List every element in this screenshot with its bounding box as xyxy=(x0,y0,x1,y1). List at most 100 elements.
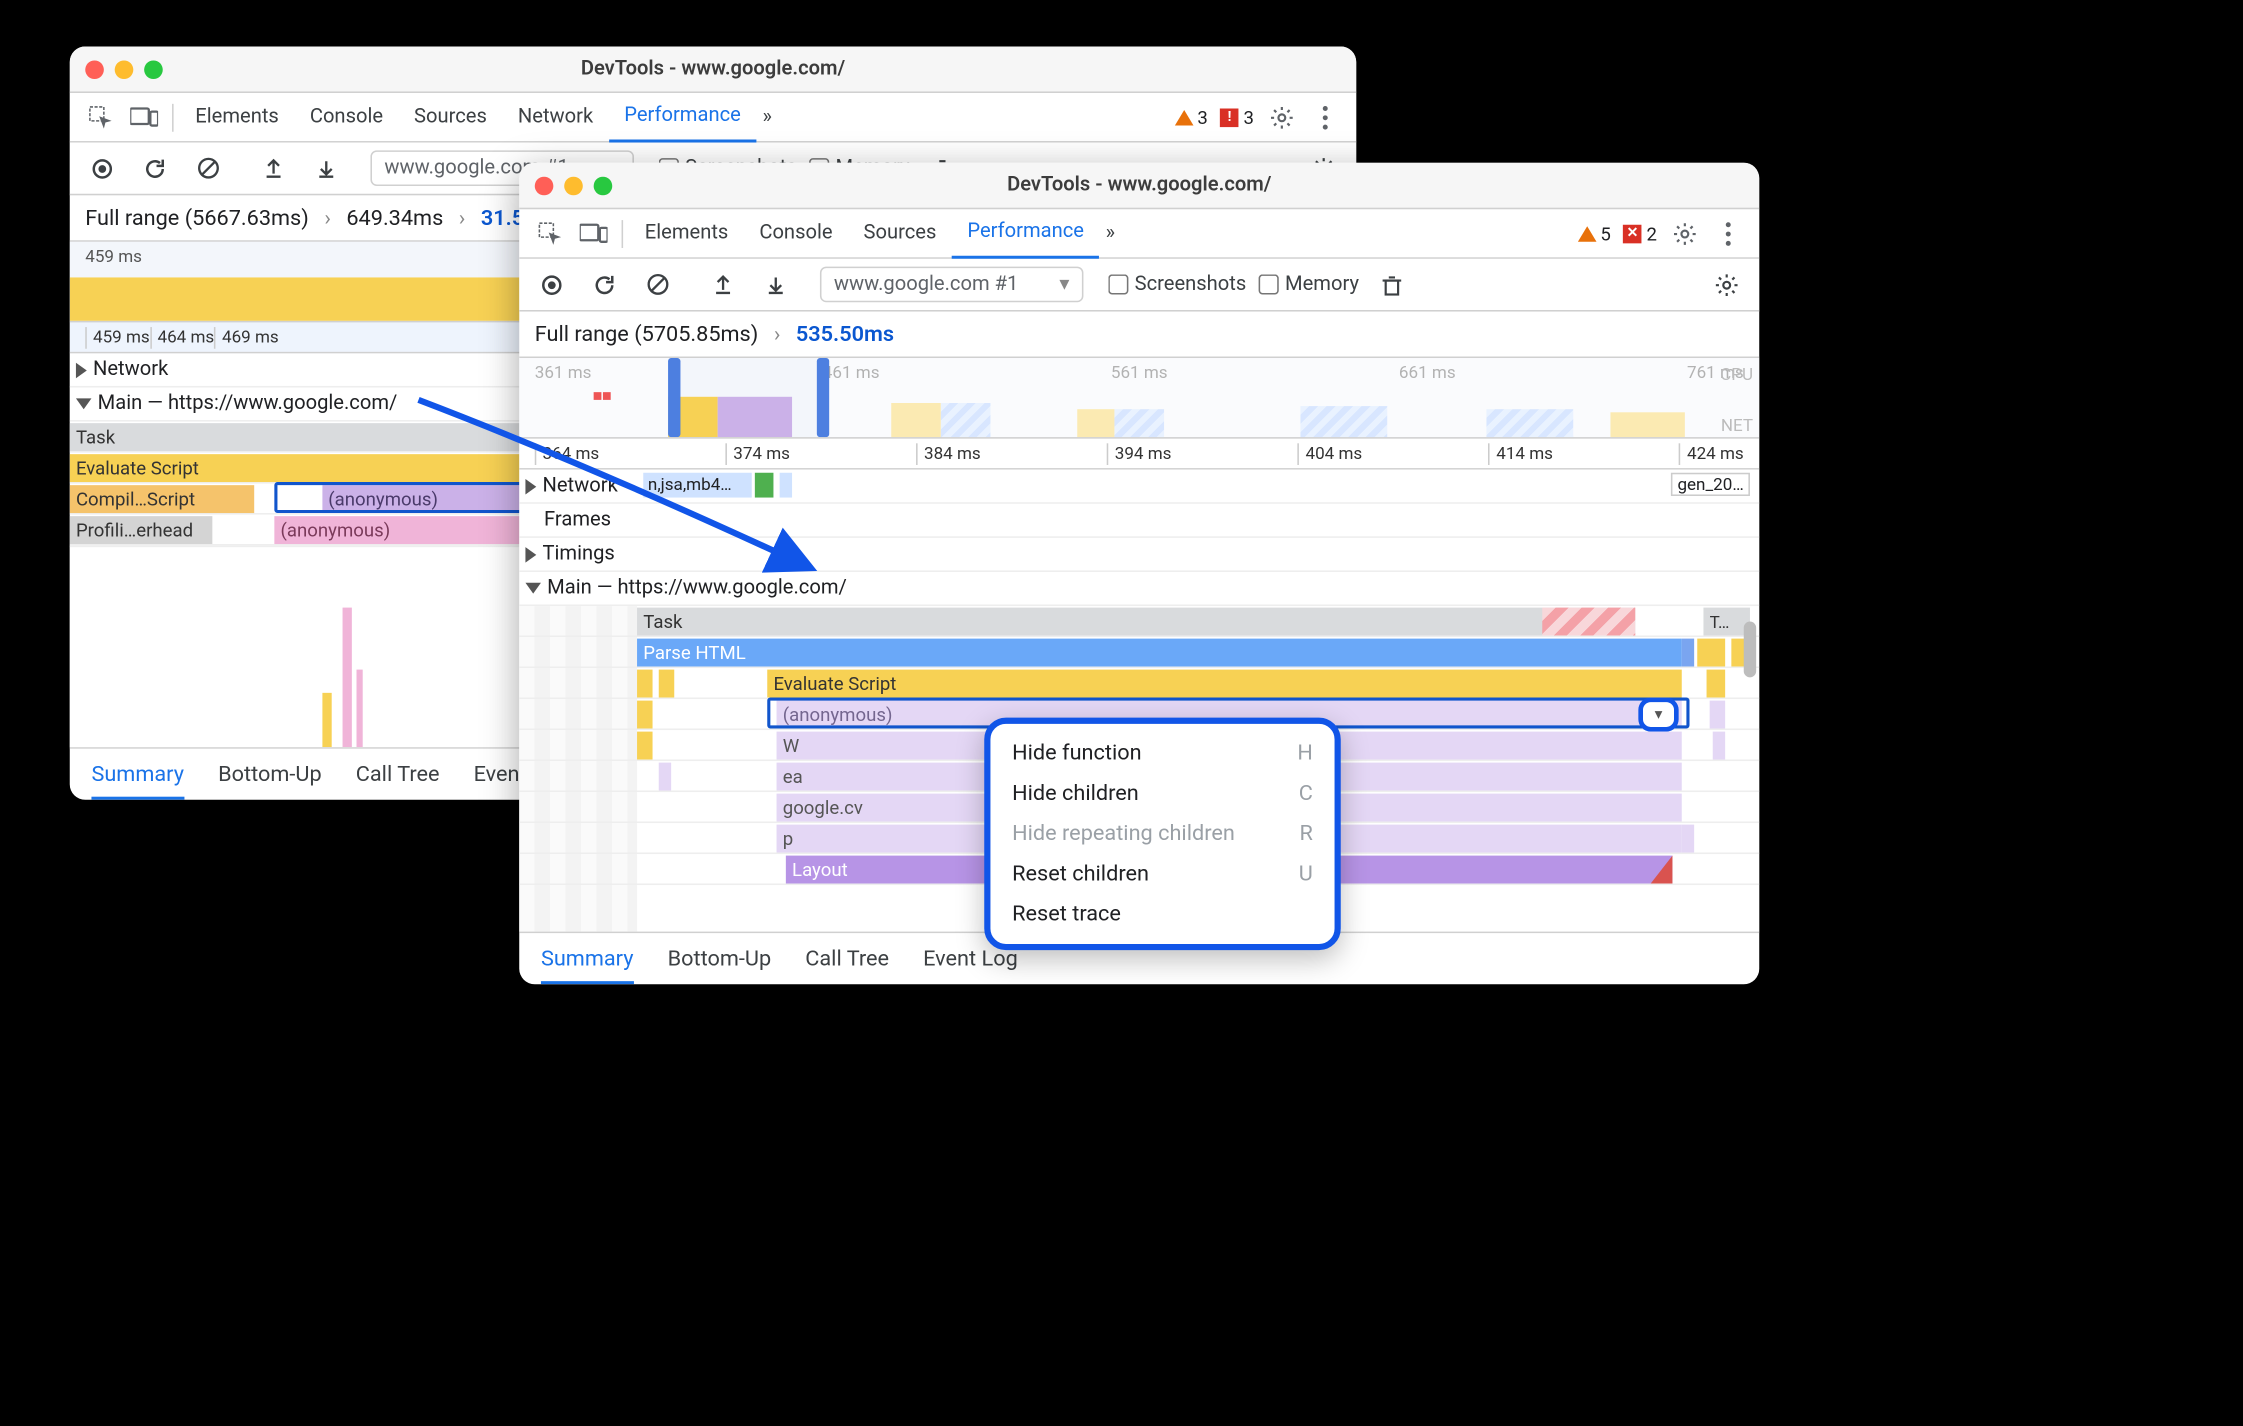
btab-bottom-up[interactable]: Bottom-Up xyxy=(218,762,322,787)
tab-performance[interactable]: Performance xyxy=(952,208,1100,258)
ctx-hide-children[interactable]: Hide childrenC xyxy=(990,773,1334,813)
flame-task[interactable]: Task xyxy=(637,608,1635,636)
entry-dropdown-button[interactable]: ▾ xyxy=(1638,698,1678,732)
minimize-icon[interactable] xyxy=(564,177,583,196)
recording-selector[interactable]: www.google.com #1 ▾ xyxy=(820,267,1084,303)
chevron-right-icon: › xyxy=(459,205,466,230)
minimize-icon[interactable] xyxy=(115,60,134,79)
overview-handle-left[interactable] xyxy=(668,358,680,437)
breadcrumb-mid[interactable]: 649.34ms xyxy=(346,205,443,230)
tab-network[interactable]: Network xyxy=(502,92,608,142)
network-chip[interactable] xyxy=(755,473,774,498)
issues-badge[interactable]: !3 xyxy=(1214,106,1260,128)
titlebar: DevTools - www.google.com/ xyxy=(519,163,1759,210)
clear-icon[interactable] xyxy=(637,264,677,304)
upload-icon[interactable] xyxy=(702,264,742,304)
ctx-hide-function[interactable]: Hide functionH xyxy=(990,733,1334,773)
scrollbar-thumb[interactable] xyxy=(1744,622,1756,678)
flame-evaluate-script[interactable]: Evaluate Script xyxy=(767,670,1682,698)
disclosure-down-icon xyxy=(76,398,92,409)
btab-summary[interactable]: Summary xyxy=(541,946,634,983)
gc-icon[interactable] xyxy=(1371,264,1411,304)
divider xyxy=(622,219,624,247)
window-title: DevTools - www.google.com/ xyxy=(581,57,845,80)
network-chip-right[interactable]: gen_20… xyxy=(1671,473,1750,496)
tab-elements[interactable]: Elements xyxy=(180,92,295,142)
ctx-reset-children[interactable]: Reset childrenU xyxy=(990,854,1334,894)
reload-icon[interactable] xyxy=(135,148,175,188)
btab-call-tree[interactable]: Call Tree xyxy=(356,762,440,787)
warnings-badge[interactable]: 5 xyxy=(1571,222,1617,244)
download-icon[interactable] xyxy=(305,148,345,188)
record-icon[interactable] xyxy=(532,264,572,304)
gear-icon[interactable] xyxy=(1707,264,1747,304)
close-icon[interactable] xyxy=(535,177,554,196)
btab-bottom-up[interactable]: Bottom-Up xyxy=(668,946,772,971)
network-track-header[interactable]: Network n,jsa,mb4… gen_20… xyxy=(519,470,1759,504)
flame-compile-script[interactable]: Compil…Script xyxy=(70,485,254,513)
btab-summary[interactable]: Summary xyxy=(91,762,184,799)
tabs-overflow[interactable]: » xyxy=(756,92,778,142)
tab-console[interactable]: Console xyxy=(744,208,848,258)
close-icon[interactable] xyxy=(85,60,104,79)
breadcrumb-full[interactable]: Full range (5667.63ms) xyxy=(85,205,309,230)
timings-track-header[interactable]: Timings xyxy=(519,538,1759,572)
network-chip[interactable] xyxy=(780,473,792,498)
download-icon[interactable] xyxy=(755,264,795,304)
errors-badge[interactable]: ✕2 xyxy=(1617,222,1663,244)
tab-performance[interactable]: Performance xyxy=(609,92,757,142)
time-ruler[interactable]: 364 ms 374 ms 384 ms 394 ms 404 ms 414 m… xyxy=(519,439,1759,470)
main-track-header[interactable]: Main — https://www.google.com/ xyxy=(519,572,1759,606)
device-icon[interactable] xyxy=(122,95,165,138)
window-title: DevTools - www.google.com/ xyxy=(1007,174,1271,197)
ctx-hide-repeating-children: Hide repeating childrenR xyxy=(990,814,1334,854)
divider xyxy=(172,103,174,131)
inspect-icon[interactable] xyxy=(79,95,122,138)
tab-sources[interactable]: Sources xyxy=(848,208,952,258)
record-icon[interactable] xyxy=(82,148,122,188)
disclosure-right-icon xyxy=(525,546,536,562)
memory-checkbox[interactable]: Memory xyxy=(1259,273,1359,296)
btab-call-tree[interactable]: Call Tree xyxy=(805,946,889,971)
context-menu: Hide functionH Hide childrenC Hide repea… xyxy=(984,718,1341,951)
chevron-right-icon: › xyxy=(324,205,331,230)
disclosure-down-icon xyxy=(525,583,541,594)
maximize-icon[interactable] xyxy=(144,60,163,79)
recording-name: www.google.com #1 xyxy=(834,273,1018,296)
ctx-reset-trace[interactable]: Reset trace xyxy=(990,894,1334,934)
flame-parse-html[interactable]: Parse HTML xyxy=(637,639,1682,667)
kebab-icon[interactable] xyxy=(1304,95,1347,138)
frames-track-header[interactable]: Frames xyxy=(519,504,1759,538)
overview-minimap[interactable]: CPU NET 361 ms 461 ms 561 ms 661 ms 761 … xyxy=(519,358,1759,439)
clear-icon[interactable] xyxy=(188,148,228,188)
gear-icon[interactable] xyxy=(1663,212,1706,255)
chevron-right-icon: › xyxy=(774,322,781,347)
upload-icon[interactable] xyxy=(253,148,293,188)
gear-icon[interactable] xyxy=(1260,95,1303,138)
tab-elements[interactable]: Elements xyxy=(629,208,744,258)
device-icon[interactable] xyxy=(572,212,615,255)
tab-console[interactable]: Console xyxy=(294,92,398,142)
devtools-window-2: DevTools - www.google.com/ Elements Cons… xyxy=(519,163,1759,985)
disclosure-right-icon xyxy=(525,478,536,494)
layout-shift-triangle-icon xyxy=(1651,856,1673,884)
overview-handle-right[interactable] xyxy=(817,358,829,437)
tabs-overflow[interactable]: » xyxy=(1099,208,1121,258)
flame-task-long[interactable] xyxy=(1542,608,1635,636)
maximize-icon[interactable] xyxy=(594,177,613,196)
disclosure-right-icon xyxy=(76,362,87,378)
flame-anonymous[interactable]: (anonymous) xyxy=(274,516,547,544)
reload-icon[interactable] xyxy=(584,264,624,304)
breadcrumb-full[interactable]: Full range (5705.85ms) xyxy=(535,322,759,347)
warnings-badge[interactable]: 3 xyxy=(1168,106,1214,128)
tab-sources[interactable]: Sources xyxy=(399,92,503,142)
network-chip[interactable]: n,jsa,mb4… xyxy=(643,473,752,498)
traffic-lights xyxy=(85,60,163,79)
screenshots-checkbox[interactable]: Screenshots xyxy=(1108,273,1246,296)
kebab-icon[interactable] xyxy=(1707,212,1750,255)
inspect-icon[interactable] xyxy=(529,212,572,255)
breadcrumb-leaf[interactable]: 535.50ms xyxy=(796,322,894,347)
flame-profiling-overhead[interactable]: Profili…erhead xyxy=(70,516,213,544)
warning-triangle-icon xyxy=(1577,226,1596,242)
flame-chart[interactable]: Task T… Parse HTML Evaluate Script (anon… xyxy=(519,606,1759,932)
